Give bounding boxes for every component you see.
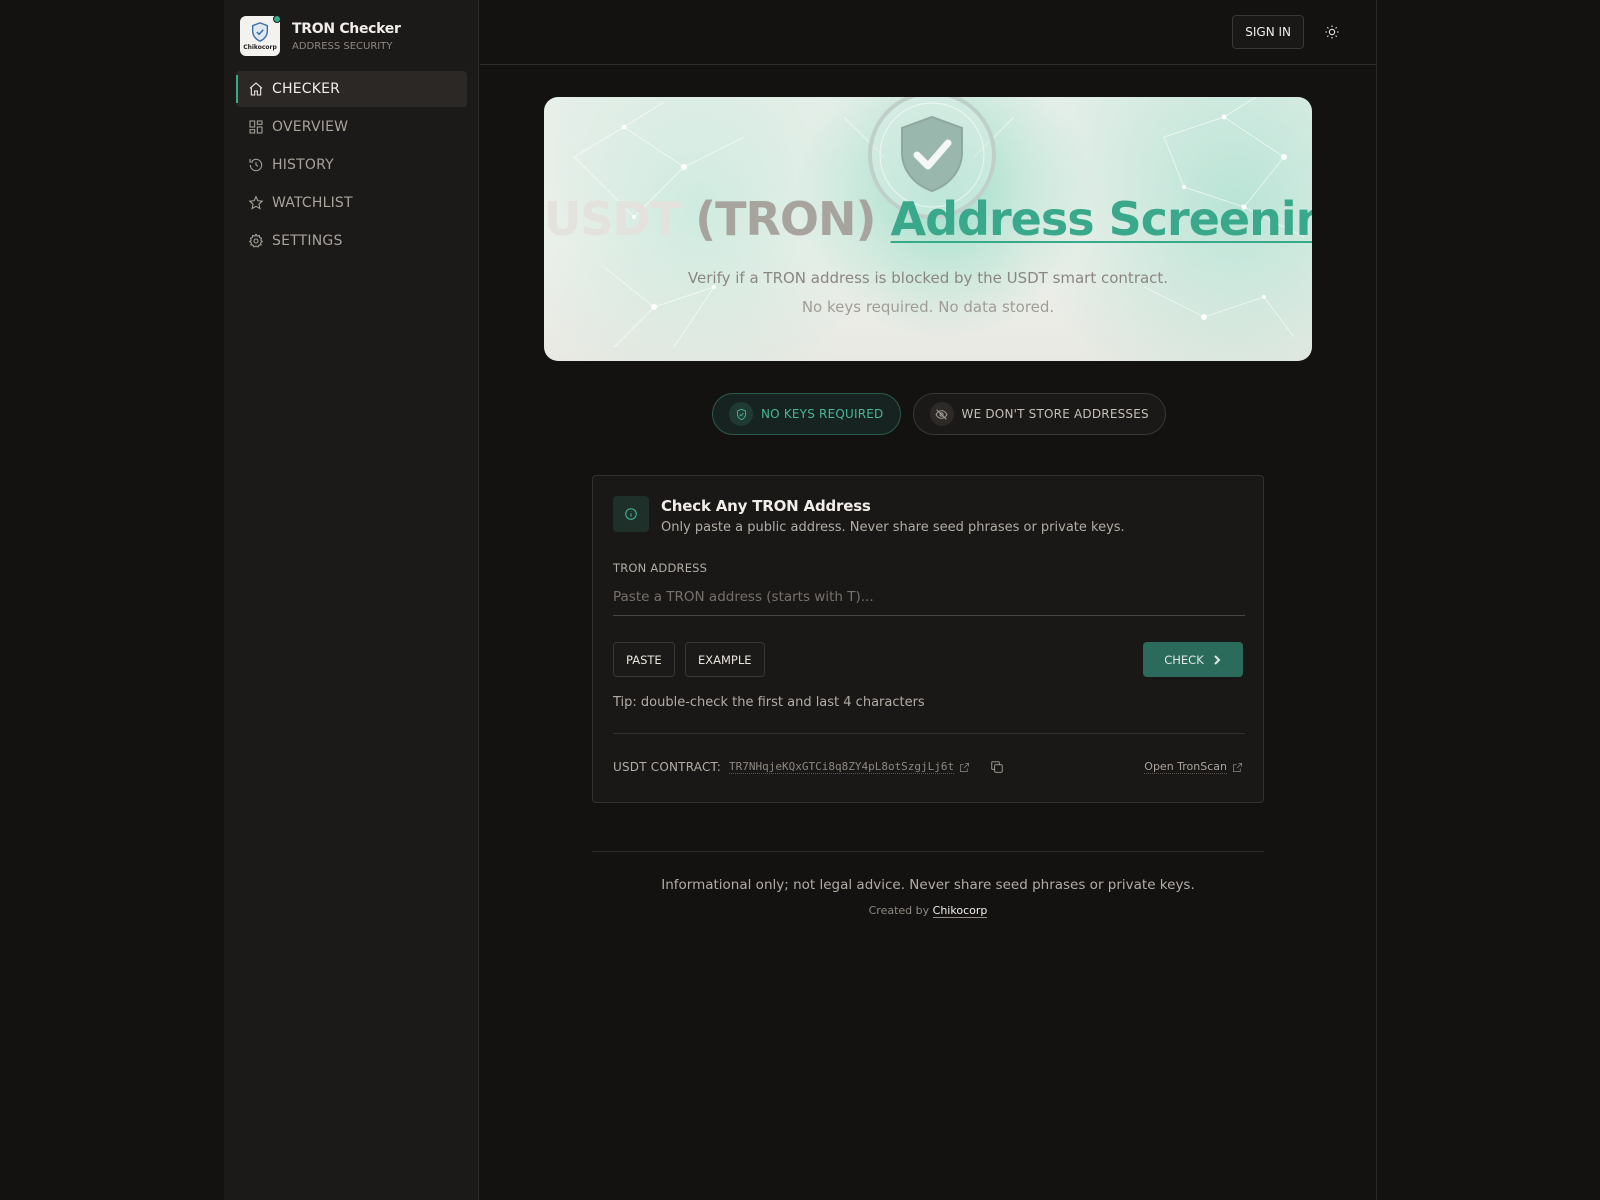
sidebar-nav: CHECKER OVERVIEW HISTORY WATCHLIST SETTI… (236, 71, 467, 261)
copy-icon[interactable] (990, 760, 1004, 774)
paste-button[interactable]: PASTE (613, 642, 675, 677)
created-by-text: Created by (868, 904, 933, 917)
example-button[interactable]: EXAMPLE (685, 642, 765, 677)
sidebar-item-label: WATCHLIST (272, 195, 353, 211)
contract-row: USDT CONTRACT: TR7NHqjeKQxGTCi8q8ZY4pL8o… (613, 760, 1004, 774)
sidebar-item-settings[interactable]: SETTINGS (236, 223, 467, 259)
footer-divider (592, 851, 1264, 852)
brand-subtitle: ADDRESS SECURITY (292, 40, 393, 52)
sidebar: Chikocorp TRON Checker ADDRESS SECURITY … (224, 0, 479, 1200)
top-bar: SIGN IN (480, 0, 1376, 65)
sun-icon (1325, 25, 1339, 39)
address-field-label: TRON ADDRESS (613, 561, 708, 575)
hero-subtitle: Verify if a TRON address is blocked by t… (687, 269, 1169, 287)
card-titles: Check Any TRON Address Only paste a publ… (661, 496, 1125, 535)
sidebar-item-checker[interactable]: CHECKER (236, 71, 467, 107)
badge-label: NO KEYS REQUIRED (761, 407, 884, 421)
sign-in-button[interactable]: SIGN IN (1232, 15, 1304, 49)
tronscan-label: Open TronScan (1144, 760, 1227, 774)
shield-check-icon (729, 402, 753, 426)
sidebar-item-overview[interactable]: OVERVIEW (236, 109, 467, 145)
hero-title-part-screening: Address Screening (890, 192, 1312, 246)
address-check-card: Check Any TRON Address Only paste a publ… (592, 475, 1264, 803)
card-subtitle: Only paste a public address. Never share… (661, 520, 1125, 535)
hero-banner: USDT (TRON) Address Screening Verify if … (544, 97, 1312, 361)
gear-icon (248, 233, 264, 248)
sidebar-item-label: CHECKER (272, 81, 341, 97)
no-keys-badge: NO KEYS REQUIRED (712, 393, 901, 435)
sidebar-item-history[interactable]: HISTORY (236, 147, 467, 183)
sidebar-item-label: OVERVIEW (272, 119, 349, 135)
external-link-icon (1233, 762, 1242, 772)
open-tronscan-link[interactable]: Open TronScan (1144, 760, 1243, 774)
contract-address-link[interactable]: TR7NHqjeKQxGTCi8q8ZY4pL8otSzgjLj6t (729, 760, 955, 774)
hero-title-part-tron: (TRON) (695, 192, 891, 246)
brand-title: TRON Checker (292, 20, 401, 37)
tip-text: Tip: double-check the first and last 4 c… (613, 695, 925, 710)
creator-link[interactable]: Chikocorp (932, 904, 988, 918)
content-right-divider (1376, 0, 1377, 1200)
eye-off-icon (929, 402, 954, 426)
dashboard-icon (249, 120, 263, 134)
tron-address-input[interactable] (613, 578, 1245, 616)
shield-logo-icon (251, 22, 269, 42)
brand-logo-text: Chikocorp (243, 44, 277, 51)
card-title: Check Any TRON Address (661, 497, 871, 515)
card-header: Check Any TRON Address Only paste a publ… (613, 496, 1125, 535)
external-link-icon[interactable] (959, 762, 970, 773)
theme-toggle-button[interactable] (1322, 22, 1342, 42)
brand-logo: Chikocorp (240, 15, 281, 56)
chevron-right-icon (1214, 654, 1221, 665)
hero-title-part-usdt: USDT (544, 192, 696, 246)
history-icon (249, 158, 263, 172)
check-button[interactable]: CHECK (1143, 642, 1243, 677)
card-divider (613, 733, 1245, 734)
info-icon (613, 496, 649, 532)
brand-text: TRON Checker ADDRESS SECURITY (292, 21, 401, 52)
hero-title: USDT (TRON) Address Screening (544, 192, 1312, 246)
sidebar-item-label: SETTINGS (272, 233, 343, 249)
star-icon (248, 195, 264, 210)
footer-disclaimer: Informational only; not legal advice. Ne… (661, 877, 1195, 893)
footer-credit: Created by Chikocorp (592, 904, 1264, 918)
home-icon (249, 82, 263, 96)
brand[interactable]: Chikocorp TRON Checker ADDRESS SECURITY (240, 15, 401, 56)
hero-subtitle-secondary: No keys required. No data stored. (801, 298, 1055, 316)
sidebar-item-label: HISTORY (272, 157, 334, 173)
sidebar-item-watchlist[interactable]: WATCHLIST (236, 185, 467, 221)
no-storage-badge: WE DON'T STORE ADDRESSES (912, 393, 1166, 435)
check-button-label: CHECK (1164, 652, 1204, 667)
online-status-dot (273, 15, 281, 23)
badge-label: WE DON'T STORE ADDRESSES (961, 407, 1149, 421)
contract-label: USDT CONTRACT: (613, 760, 721, 774)
feature-badges: NO KEYS REQUIRED WE DON'T STORE ADDRESSE… (712, 393, 1166, 435)
